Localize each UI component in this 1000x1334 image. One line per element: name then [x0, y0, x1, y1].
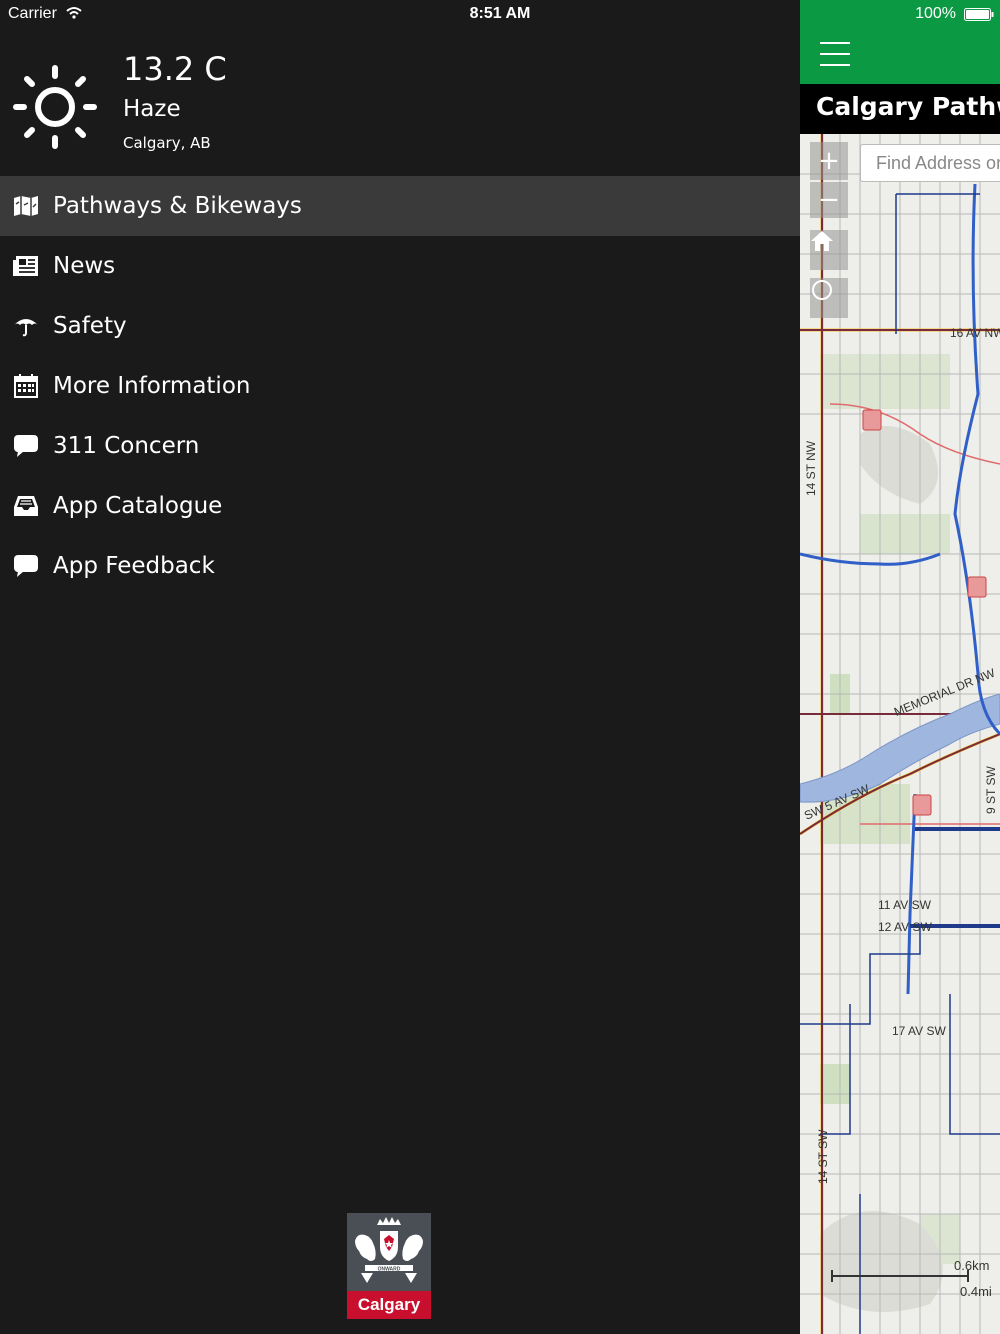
- map-label-9-st: 9 ST SW: [984, 766, 998, 814]
- pathways-map[interactable]: Find Address or + − 16 AV NW 14 ST NW ME…: [800, 134, 1000, 1334]
- scale-mi-label: 0.4mi: [960, 1284, 992, 1299]
- logo-motto: ONWARD: [378, 1267, 401, 1273]
- home-button[interactable]: [810, 230, 848, 270]
- menu-item-label: App Catalogue: [53, 493, 223, 519]
- weather-location: Calgary, AB: [123, 134, 211, 152]
- weather-condition: Haze: [123, 96, 181, 122]
- menu-item-pathways-bikeways[interactable]: Pathways & Bikeways: [0, 176, 800, 236]
- sun-icon: [13, 65, 97, 149]
- calendar-icon: [13, 373, 39, 399]
- umbrella-icon: [13, 313, 39, 339]
- menu-item-label: App Feedback: [53, 553, 215, 579]
- menu-item-app-feedback[interactable]: App Feedback: [0, 536, 800, 596]
- menu-item-news[interactable]: News: [0, 236, 800, 296]
- zoom-out-button[interactable]: −: [810, 182, 848, 218]
- menu-item-label: Safety: [53, 313, 127, 339]
- clock: 8:51 AM: [469, 5, 531, 22]
- weather-widget: 13.2 C Haze Calgary, AB: [0, 40, 800, 170]
- map-icon: [13, 193, 39, 219]
- battery-percent: 100%: [915, 5, 956, 22]
- zoom-in-button[interactable]: +: [810, 142, 848, 180]
- app-title: Calgary Pathwa: [816, 92, 1000, 121]
- menu-item-label: More Information: [53, 373, 251, 399]
- chat-bubble-icon: [13, 553, 39, 579]
- inbox-tray-icon: [13, 493, 39, 519]
- app-title-bar: Calgary Pathwa: [800, 84, 1000, 134]
- home-icon: [811, 231, 833, 251]
- status-bar: Carrier 8:51 AM 100%: [0, 0, 1000, 28]
- locate-icon: [812, 280, 832, 300]
- logo-wordmark: Calgary: [347, 1291, 431, 1319]
- map-label-17-av: 17 AV SW: [892, 1024, 946, 1038]
- chat-bubble-icon: [13, 433, 39, 459]
- menu-item-app-catalogue[interactable]: App Catalogue: [0, 476, 800, 536]
- pathways-app-panel[interactable]: Calgary Pathwa: [800, 0, 1000, 1334]
- menu-item-label: 311 Concern: [53, 433, 200, 459]
- scale-km-label: 0.6km: [954, 1258, 990, 1273]
- menu-item-safety[interactable]: Safety: [0, 296, 800, 356]
- menu-item-more-information[interactable]: More Information: [0, 356, 800, 416]
- menu-item-label: News: [53, 253, 116, 279]
- map-label-11-av: 11 AV SW: [878, 898, 931, 912]
- map-label-16-av: 16 AV NW: [950, 326, 1000, 340]
- hamburger-menu-icon[interactable]: [820, 42, 850, 66]
- locate-button[interactable]: [810, 278, 848, 318]
- city-of-calgary-logo: ONWARD Calgary: [347, 1213, 431, 1319]
- newspaper-icon: [13, 253, 39, 279]
- navigation-drawer: 13.2 C Haze Calgary, AB Pathways & Bikew…: [0, 0, 800, 1334]
- map-label-12-av: 12 AV SW: [878, 920, 932, 934]
- map-label-14-st-sw: 14 ST SW: [816, 1129, 830, 1184]
- find-address-input[interactable]: Find Address or: [860, 144, 1000, 182]
- menu-item-311-concern[interactable]: 311 Concern: [0, 416, 800, 476]
- menu-item-label: Pathways & Bikeways: [53, 193, 302, 219]
- coat-of-arms-icon: ONWARD: [347, 1213, 431, 1291]
- battery-icon: [964, 8, 994, 21]
- map-label-14-st-nw: 14 ST NW: [804, 440, 818, 496]
- drawer-menu: Pathways & Bikeways News Safety More Inf…: [0, 176, 800, 596]
- weather-temperature: 13.2 C: [123, 50, 227, 88]
